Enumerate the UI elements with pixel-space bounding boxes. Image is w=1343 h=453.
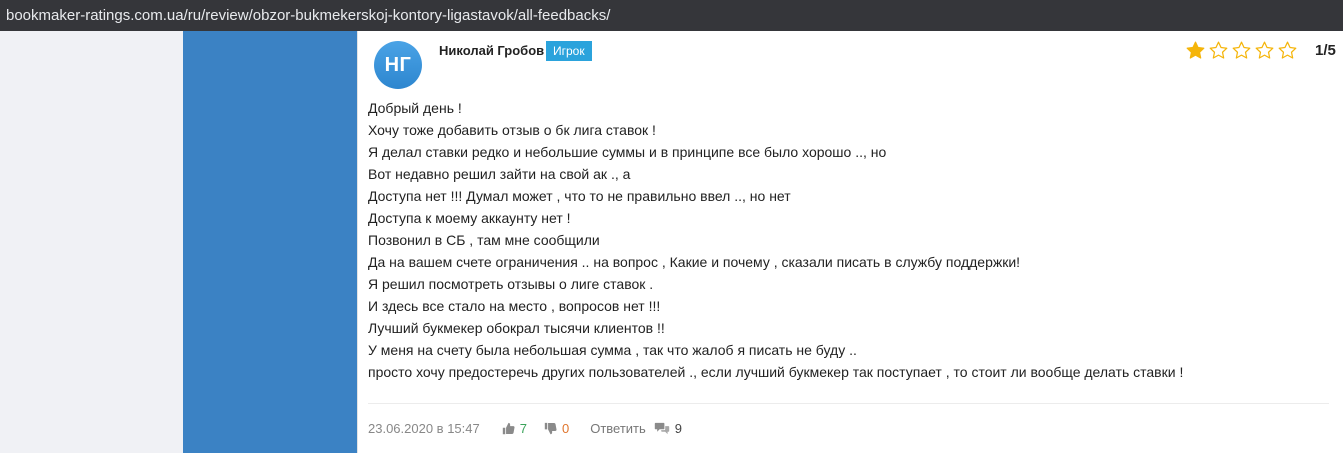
dislike-button[interactable]: 0 bbox=[544, 421, 569, 436]
star-filled-icon bbox=[1186, 41, 1205, 59]
role-badge: Игрок bbox=[546, 41, 592, 61]
divider bbox=[368, 403, 1329, 404]
review-text: Добрый день ! Хочу тоже добавить отзыв о … bbox=[368, 97, 1328, 383]
review-card: НГ Николай Гробов Игрок 1/5 Добрый день … bbox=[357, 31, 1343, 453]
review-line: Доступа к моему аккаунту нет ! bbox=[368, 210, 571, 226]
review-line: Доступа нет !!! Думал может , что то не … bbox=[368, 188, 791, 204]
review-line: И здесь все стало на место , вопросов не… bbox=[368, 298, 661, 314]
rating-label: 1/5 bbox=[1315, 42, 1336, 59]
like-count: 7 bbox=[519, 420, 527, 436]
review-line: Я решил посмотреть отзывы о лиге ставок … bbox=[368, 276, 654, 292]
sidebar-panel bbox=[183, 31, 357, 453]
author-name[interactable]: Николай Гробов bbox=[439, 43, 544, 59]
review-line: Позвонил в СБ , там мне сообщили bbox=[368, 232, 600, 248]
review-footer: 23.06.2020 в 15:47 7 0 Ответить 9 bbox=[368, 418, 682, 438]
star-empty-icon bbox=[1232, 41, 1251, 59]
review-line: Хочу тоже добавить отзыв о бк лига ставо… bbox=[368, 122, 656, 138]
star-empty-icon bbox=[1255, 41, 1274, 59]
review-line: У меня на счету была небольшая сумма , т… bbox=[368, 342, 857, 358]
dislike-count: 0 bbox=[561, 420, 570, 436]
review-date: 23.06.2020 в 15:47 bbox=[368, 420, 480, 436]
address-bar[interactable]: bookmaker-ratings.com.ua/ru/review/obzor… bbox=[0, 0, 1343, 31]
comments-count: 9 bbox=[674, 420, 683, 436]
review-line: просто хочу предостеречь других пользова… bbox=[368, 364, 1184, 380]
thumbs-up-icon bbox=[502, 422, 515, 434]
avatar[interactable]: НГ bbox=[374, 41, 422, 89]
thumbs-down-icon bbox=[544, 422, 557, 434]
speech-bubbles-icon bbox=[654, 422, 669, 434]
review-line: Да на вашем счете ограничения .. на вопр… bbox=[368, 254, 1021, 270]
page-background bbox=[0, 31, 183, 453]
review-line: Лучший букмекер обокрал тысячи клиентов … bbox=[368, 320, 665, 336]
star-empty-icon bbox=[1209, 41, 1228, 59]
rating-stars bbox=[1185, 40, 1298, 62]
reply-button[interactable]: Ответить bbox=[590, 421, 646, 436]
review-line: Я делал ставки редко и небольшие суммы и… bbox=[368, 144, 887, 160]
review-line: Добрый день ! bbox=[368, 100, 462, 116]
star-empty-icon bbox=[1278, 41, 1297, 59]
review-line: Вот недавно решил зайти на свой ак ., а bbox=[368, 166, 631, 182]
like-button[interactable]: 7 bbox=[502, 421, 527, 436]
comments-link[interactable]: 9 bbox=[654, 421, 682, 436]
